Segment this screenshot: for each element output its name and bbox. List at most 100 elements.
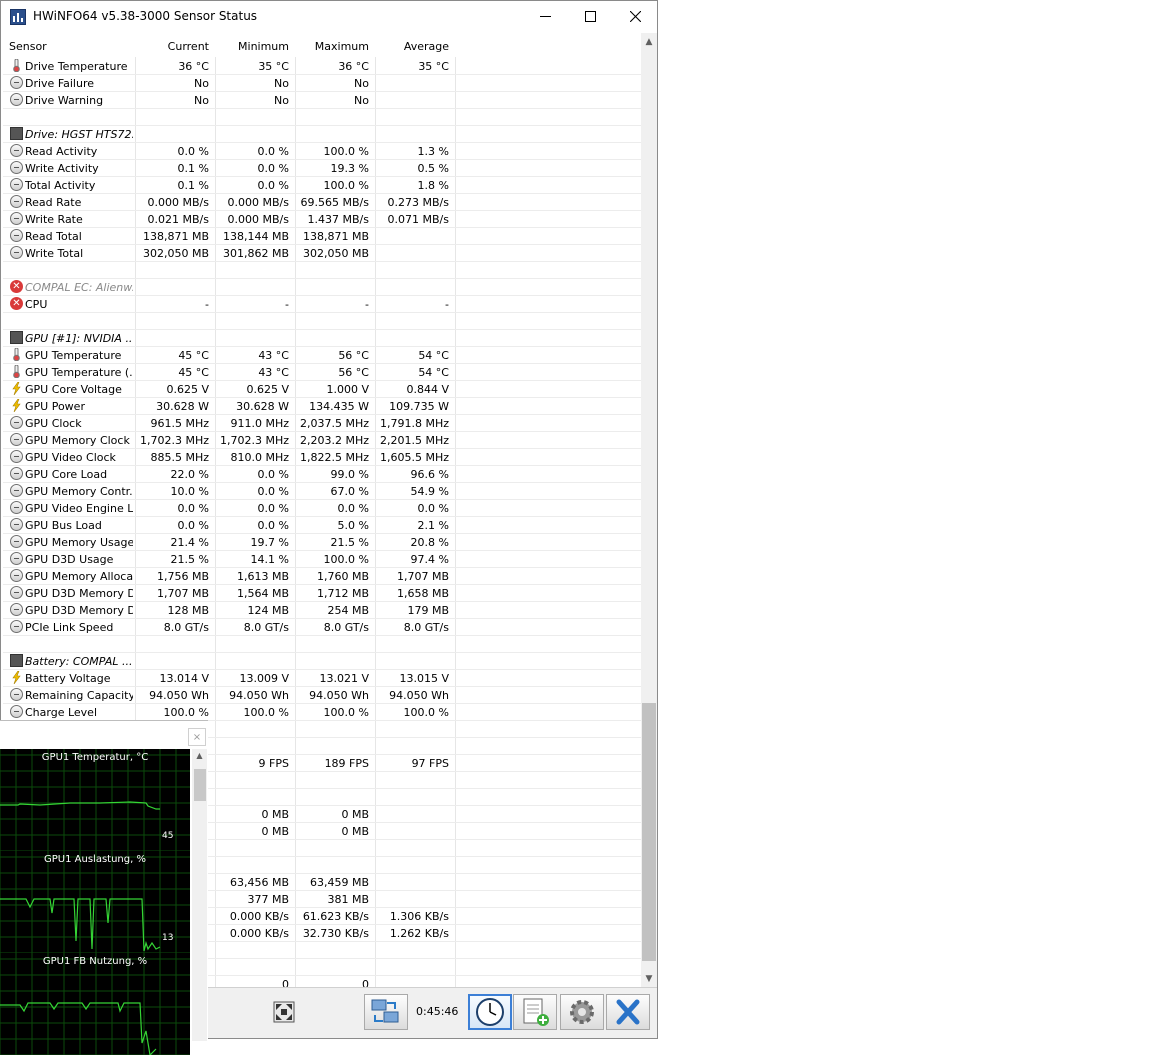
- table-row[interactable]: GPU Memory Alloca... 1,756 MB 1,613 MB 1,76…: [3, 568, 641, 585]
- table-row[interactable]: ✕ CPU - - - -: [3, 296, 641, 313]
- scroll-down-icon[interactable]: ▼: [641, 970, 657, 987]
- table-row[interactable]: Remaining Capacity 94.050 Wh 94.050 Wh 94.0…: [3, 687, 641, 704]
- network-button[interactable]: [364, 994, 408, 1030]
- expand-arrows-icon[interactable]: [273, 1001, 295, 1023]
- sensor-name: GPU D3D Usage: [25, 553, 114, 566]
- table-row[interactable]: Total Activity 0.1 % 0.0 % 100.0 % 1.8 %: [3, 177, 641, 194]
- average-value: 0.071 MB/s: [387, 213, 449, 226]
- header-maximum[interactable]: Maximum: [296, 40, 369, 53]
- average-value: 8.0 GT/s: [403, 621, 449, 634]
- table-row[interactable]: GPU Clock 961.5 MHz 911.0 MHz 2,037.5 MHz 1,…: [3, 415, 641, 432]
- sensor-group-row[interactable]: Battery: COMPAL ...: [3, 653, 641, 670]
- maximize-button[interactable]: [567, 1, 613, 32]
- table-row[interactable]: GPU Video Clock 885.5 MHz 810.0 MHz 1,822.5…: [3, 449, 641, 466]
- current-value: No: [194, 77, 209, 90]
- table-row[interactable]: PCIe Link Speed 8.0 GT/s 8.0 GT/s 8.0 GT/s 8…: [3, 619, 641, 636]
- table-row[interactable]: GPU Core Load 22.0 % 0.0 % 99.0 % 96.6 %: [3, 466, 641, 483]
- sensor-name: GPU Memory Clock: [25, 434, 130, 447]
- sensor-name: GPU Temperature: [25, 349, 122, 362]
- timer-reset-button[interactable]: [468, 994, 512, 1030]
- sensor-graph[interactable]: GPU1 Temperatur, °C 45: [0, 749, 190, 851]
- sensor-group-row[interactable]: ✕ COMPAL EC: Alienw...: [3, 279, 641, 296]
- graph-scrollbar[interactable]: ▲: [192, 749, 207, 1041]
- minimum-value: 0 MB: [261, 808, 289, 821]
- header-minimum[interactable]: Minimum: [216, 40, 289, 53]
- current-value: 0.0 %: [177, 502, 209, 515]
- maximum-value: 254 MB: [327, 604, 369, 617]
- current-value: 885.5 MHz: [150, 451, 209, 464]
- graph-scroll-up-icon[interactable]: ▲: [192, 751, 207, 765]
- scroll-thumb[interactable]: [642, 703, 656, 961]
- sensor-name: Battery Voltage: [25, 672, 111, 685]
- current-value: 8.0 GT/s: [163, 621, 209, 634]
- minimum-value: 63,456 MB: [229, 876, 289, 889]
- average-value: 1.306 KB/s: [389, 910, 449, 923]
- table-row[interactable]: GPU D3D Memory D... 1,707 MB 1,564 MB 1,712…: [3, 585, 641, 602]
- scroll-up-icon[interactable]: ▲: [641, 33, 657, 50]
- table-row[interactable]: GPU Temperature 45 °C 43 °C 56 °C 54 °C: [3, 347, 641, 364]
- table-row[interactable]: GPU D3D Memory D... 128 MB 124 MB 254 MB 179…: [3, 602, 641, 619]
- average-value: 0.844 V: [406, 383, 449, 396]
- table-row[interactable]: GPU Bus Load 0.0 % 0.0 % 5.0 % 2.1 %: [3, 517, 641, 534]
- average-value: 0.0 %: [417, 502, 449, 515]
- table-row[interactable]: GPU Video Engine L... 0.0 % 0.0 % 0.0 % 0.0 …: [3, 500, 641, 517]
- settings-button[interactable]: [560, 994, 604, 1030]
- header-current[interactable]: Current: [136, 40, 209, 53]
- error-icon: ✕: [10, 297, 23, 310]
- table-row[interactable]: GPU Temperature (... 45 °C 43 °C 56 °C 54 °C: [3, 364, 641, 381]
- close-sensors-button[interactable]: [606, 994, 650, 1030]
- header-sensor[interactable]: Sensor: [9, 40, 47, 53]
- sensor-graph[interactable]: GPU1 Auslastung, % 13: [0, 851, 190, 953]
- table-row[interactable]: Write Rate 0.021 MB/s 0.000 MB/s 1.437 MB/s…: [3, 211, 641, 228]
- maximum-value: 21.5 %: [330, 536, 369, 549]
- window-title: HWiNFO64 v5.38-3000 Sensor Status: [33, 9, 258, 23]
- average-value: 179 MB: [407, 604, 449, 617]
- maximum-value: 1,760 MB: [316, 570, 369, 583]
- table-row[interactable]: GPU Core Voltage 0.625 V 0.625 V 1.000 V 0.8…: [3, 381, 641, 398]
- table-row[interactable]: GPU Power 30.628 W 30.628 W 134.435 W 109.73…: [3, 398, 641, 415]
- minimum-value: 0.0 %: [257, 179, 289, 192]
- graph-close-icon[interactable]: ×: [188, 728, 206, 746]
- elapsed-time: 0:45:46: [416, 1005, 459, 1018]
- sensor-name: GPU Bus Load: [25, 519, 102, 532]
- current-value: 138,871 MB: [142, 230, 209, 243]
- average-value: 1.3 %: [417, 145, 449, 158]
- table-row[interactable]: Drive Warning No No No: [3, 92, 641, 109]
- logging-button[interactable]: [513, 994, 557, 1030]
- table-row[interactable]: Read Activity 0.0 % 0.0 % 100.0 % 1.3 %: [3, 143, 641, 160]
- table-row[interactable]: Write Total 302,050 MB 301,862 MB 302,050 M…: [3, 245, 641, 262]
- minimum-value: 100.0 %: [243, 706, 289, 719]
- current-value: 0.0 %: [177, 519, 209, 532]
- title-bar[interactable]: HWiNFO64 v5.38-3000 Sensor Status: [1, 1, 657, 32]
- sensor-group-row[interactable]: Drive: HGST HTS72...: [3, 126, 641, 143]
- current-value: 94.050 Wh: [149, 689, 209, 702]
- minimum-value: 138,144 MB: [222, 230, 289, 243]
- table-row[interactable]: Drive Failure No No No: [3, 75, 641, 92]
- minimum-value: No: [274, 77, 289, 90]
- average-value: 2,201.5 MHz: [379, 434, 449, 447]
- table-row[interactable]: Battery Voltage 13.014 V 13.009 V 13.021 V 1…: [3, 670, 641, 687]
- circle-icon: [10, 705, 23, 718]
- table-row[interactable]: GPU D3D Usage 21.5 % 14.1 % 100.0 % 97.4 %: [3, 551, 641, 568]
- table-row[interactable]: Read Total 138,871 MB 138,144 MB 138,871 MB: [3, 228, 641, 245]
- table-row[interactable]: Read Rate 0.000 MB/s 0.000 MB/s 69.565 MB/s…: [3, 194, 641, 211]
- table-row[interactable]: Write Activity 0.1 % 0.0 % 19.3 % 0.5 %: [3, 160, 641, 177]
- minimize-button[interactable]: [522, 1, 568, 32]
- sensor-group-row[interactable]: GPU [#1]: NVIDIA ...: [3, 330, 641, 347]
- table-row[interactable]: Drive Temperature 36 °C 35 °C 36 °C 35 °C: [3, 58, 641, 75]
- table-row[interactable]: GPU Memory Clock 1,702.3 MHz 1,702.3 MHz 2,…: [3, 432, 641, 449]
- circle-icon: [10, 416, 23, 429]
- circle-icon: [10, 195, 23, 208]
- table-row[interactable]: GPU Memory Usage 21.4 % 19.7 % 21.5 % 20.8 %: [3, 534, 641, 551]
- close-button[interactable]: [612, 1, 657, 32]
- minimum-value: 0.625 V: [246, 383, 289, 396]
- table-row[interactable]: Charge Level 100.0 % 100.0 % 100.0 % 100.0 %: [3, 704, 641, 721]
- blank-row: [3, 636, 641, 653]
- table-row[interactable]: GPU Memory Contr... 10.0 % 0.0 % 67.0 % 54.9…: [3, 483, 641, 500]
- header-average[interactable]: Average: [376, 40, 449, 53]
- graph-scroll-thumb[interactable]: [194, 769, 206, 801]
- current-value: 1,707 MB: [156, 587, 209, 600]
- vertical-scrollbar[interactable]: ▲ ▼: [641, 33, 657, 987]
- minimum-value: 35 °C: [258, 60, 289, 73]
- maximum-value: 56 °C: [338, 349, 369, 362]
